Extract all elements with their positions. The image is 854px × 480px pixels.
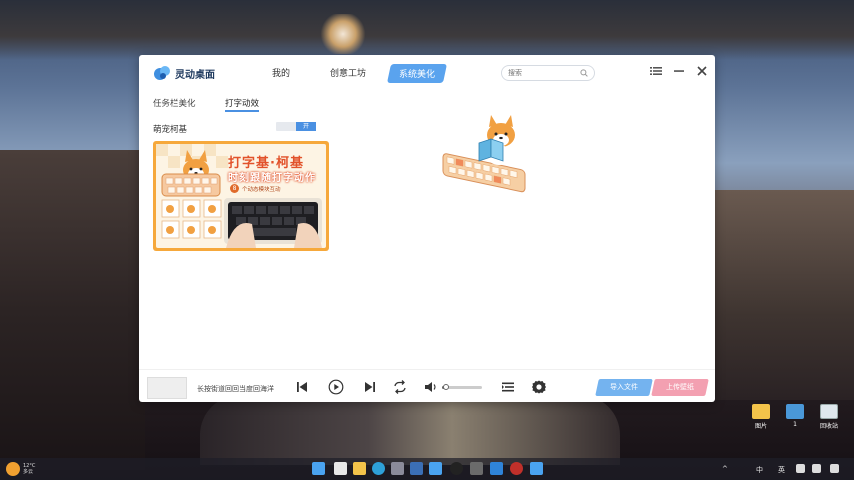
- weather-icon[interactable]: [6, 462, 20, 476]
- desktop-icon-folder-1[interactable]: 1: [780, 404, 810, 428]
- tray-language[interactable]: 中: [756, 465, 763, 475]
- status-hint: 长按街道回回当度回海洋: [197, 385, 274, 393]
- wallpaper-figure: [200, 395, 620, 465]
- tab-creative-workshop[interactable]: 创意工坊: [330, 66, 366, 79]
- volume-slider[interactable]: [442, 384, 482, 390]
- file-explorer-icon[interactable]: [353, 462, 366, 475]
- app2-taskbar-icon[interactable]: [470, 462, 483, 475]
- app-taskbar-icon[interactable]: [410, 462, 423, 475]
- card-note: 个动态模块互动: [242, 187, 281, 193]
- card-badge: 8: [230, 184, 239, 193]
- upload-wallpaper-label: 上传壁纸: [666, 383, 694, 391]
- tab-label: 系统美化: [399, 70, 436, 80]
- weather-desc: 多云: [23, 469, 34, 475]
- corgi-typing-preview: [442, 115, 526, 193]
- tray-input-mode[interactable]: 英: [778, 465, 785, 475]
- section-title: 萌宠柯基: [153, 125, 188, 135]
- wallpaper-building-left: [0, 150, 145, 470]
- desktop-icon-pictures[interactable]: 图片: [746, 404, 776, 430]
- lingdong-taskbar-icon[interactable]: [429, 462, 442, 475]
- wallpaper-ornament: [318, 14, 368, 54]
- toggle-knob: 开: [296, 122, 316, 131]
- desktop-icon-recycle-bin[interactable]: 回收站: [814, 404, 844, 430]
- card-subtitle: 时刻跟随打字动作: [228, 173, 316, 184]
- tray-chevron-icon[interactable]: ^: [722, 465, 728, 473]
- desktop-icon-label: 1: [793, 421, 797, 428]
- network-icon[interactable]: [796, 464, 805, 473]
- weather-widget[interactable]: 12°C 多云: [23, 463, 35, 475]
- wallpaper-roof: [0, 0, 854, 60]
- settings-gear-icon[interactable]: [531, 379, 547, 395]
- effect-card-corgi[interactable]: 打字基·柯基 时刻跟随打字动作 8 个动态模块互动: [153, 141, 329, 251]
- windows-start-icon[interactable]: [312, 462, 325, 475]
- record-icon[interactable]: [510, 462, 523, 475]
- edge-browser-icon[interactable]: [372, 462, 385, 475]
- loop-icon[interactable]: [392, 379, 408, 395]
- menu-icon[interactable]: [649, 64, 663, 78]
- title-bar: 灵动桌面 我的 创意工坊 系统美化: [139, 55, 715, 91]
- desktop-icon-label: 回收站: [819, 423, 838, 430]
- folder-icon: [786, 404, 804, 419]
- app3-taskbar-icon[interactable]: [530, 462, 543, 475]
- vscode-icon[interactable]: [490, 462, 503, 475]
- volume-icon[interactable]: [423, 379, 439, 395]
- folder-icon: [752, 404, 770, 419]
- play-icon[interactable]: [328, 379, 344, 395]
- search-icon[interactable]: [580, 69, 588, 77]
- bottom-bar: 长按街道回回当度回海洋 导入文件 上传壁纸: [139, 369, 715, 402]
- current-thumbnail[interactable]: [147, 377, 187, 399]
- taskbar: 12°C 多云 ^ 中 英: [0, 458, 854, 480]
- settings-taskbar-icon[interactable]: [391, 462, 404, 475]
- tab-mine[interactable]: 我的: [272, 66, 290, 79]
- recycle-bin-icon: [820, 404, 838, 419]
- upload-wallpaper-button[interactable]: 上传壁纸: [651, 379, 709, 396]
- desktop-icon-label: 图片: [754, 423, 767, 430]
- import-file-label: 导入文件: [610, 383, 638, 391]
- volume-handle[interactable]: [443, 384, 449, 390]
- search-taskbar-icon[interactable]: [334, 462, 347, 475]
- subtab-taskbar-beautify[interactable]: 任务栏美化: [153, 97, 196, 109]
- enable-toggle[interactable]: 开: [276, 122, 316, 131]
- import-file-button[interactable]: 导入文件: [595, 379, 653, 396]
- app-name: 灵动桌面: [175, 70, 215, 81]
- close-icon[interactable]: [695, 64, 709, 78]
- search-box[interactable]: [501, 65, 595, 81]
- notification-icon[interactable]: [830, 464, 839, 473]
- minimize-icon[interactable]: [672, 64, 686, 78]
- playlist-icon[interactable]: [500, 379, 516, 395]
- card-artwork: 打字基·柯基 时刻跟随打字动作 8 个动态模块互动: [156, 144, 326, 248]
- app-logo-icon: [154, 66, 170, 80]
- wallpaper-building-right: [714, 190, 854, 400]
- subtab-typing-effects[interactable]: 打字动效: [225, 97, 260, 112]
- next-icon[interactable]: [362, 379, 378, 395]
- app-window: 灵动桌面 我的 创意工坊 系统美化 任务栏美化 打字动效 萌宠柯基 开: [139, 55, 715, 402]
- tab-system-beautify[interactable]: 系统美化: [386, 64, 448, 83]
- search-input[interactable]: [508, 66, 578, 80]
- speaker-icon[interactable]: [812, 464, 821, 473]
- previous-icon[interactable]: [294, 379, 310, 395]
- qq-icon[interactable]: [450, 462, 463, 475]
